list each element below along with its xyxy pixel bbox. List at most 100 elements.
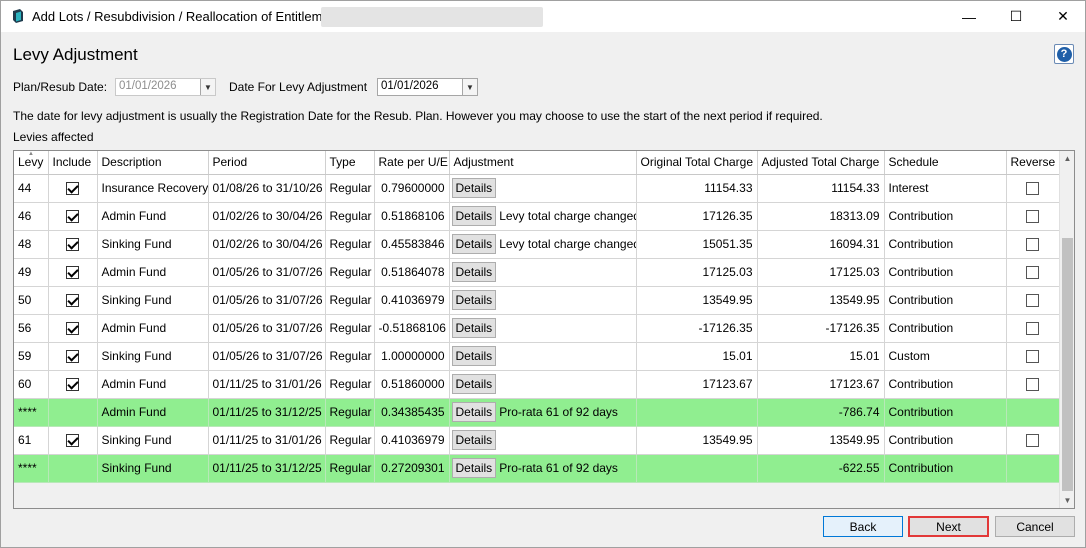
column-header-rate[interactable]: Rate per U/E xyxy=(374,151,450,175)
cell-adjusted-total: 18313.09 xyxy=(757,202,885,231)
scrollbar-thumb[interactable] xyxy=(1062,238,1073,491)
details-button[interactable]: Details xyxy=(451,374,497,394)
include-checkbox[interactable] xyxy=(66,322,79,336)
reverse-checkbox[interactable] xyxy=(1026,350,1039,364)
cell-adjusted-total: 13549.95 xyxy=(757,286,885,315)
column-header-description[interactable]: Description xyxy=(97,151,209,175)
table-row[interactable]: **** Admin Fund 01/11/25 to 31/12/25 Regula… xyxy=(14,398,1060,427)
table-row[interactable]: **** Sinking Fund 01/11/25 to 31/12/25 Regu… xyxy=(14,454,1060,483)
reverse-checkbox[interactable] xyxy=(1026,182,1039,196)
cell-reverse xyxy=(1006,286,1060,315)
details-button[interactable]: Details xyxy=(451,206,497,226)
cell-adjustment: Details xyxy=(449,342,637,371)
cell-levy: 56 xyxy=(14,314,49,343)
include-checkbox[interactable] xyxy=(66,434,79,448)
table-row[interactable]: 56 Admin Fund 01/05/26 to 31/07/26 Regular -… xyxy=(14,314,1060,343)
include-checkbox[interactable] xyxy=(66,182,79,196)
reverse-checkbox[interactable] xyxy=(1026,294,1039,308)
column-header-schedule[interactable]: Schedule xyxy=(884,151,1007,175)
adjustment-note: Levy total charge changed xyxy=(499,209,636,223)
cell-adjustment: Details xyxy=(449,258,637,287)
cell-description: Sinking Fund xyxy=(97,426,209,455)
reverse-checkbox[interactable] xyxy=(1026,266,1039,280)
details-button[interactable]: Details xyxy=(451,262,497,282)
cell-rate: -0.51868106 xyxy=(374,314,450,343)
cell-original-total xyxy=(636,398,758,427)
levy-date-picker[interactable]: 01/01/2026 ▼ xyxy=(377,78,478,96)
cell-type: Regular xyxy=(325,314,375,343)
cell-include xyxy=(48,314,98,343)
cell-description: Insurance Recovery xyxy=(97,174,209,203)
reverse-checkbox[interactable] xyxy=(1026,322,1039,336)
cell-rate: 0.27209301 xyxy=(374,454,450,483)
chevron-down-icon[interactable]: ▼ xyxy=(462,79,477,95)
details-button[interactable]: Details xyxy=(451,430,497,450)
details-button[interactable]: Details xyxy=(451,290,497,310)
maximize-button[interactable]: ☐ xyxy=(993,1,1039,32)
cell-adjustment: Details Pro-rata 61 of 92 days xyxy=(449,454,637,483)
app-icon xyxy=(13,9,23,23)
cancel-button[interactable]: Cancel xyxy=(995,516,1075,537)
cell-levy: 44 xyxy=(14,174,49,203)
column-header-original-total[interactable]: Original Total Charge xyxy=(636,151,758,175)
include-checkbox[interactable] xyxy=(66,210,79,224)
table-row[interactable]: 50 Sinking Fund 01/05/26 to 31/07/26 Regula… xyxy=(14,286,1060,315)
next-button[interactable]: Next xyxy=(908,516,989,537)
details-button[interactable]: Details xyxy=(451,346,497,366)
column-header-levy[interactable]: ▲ Levy xyxy=(14,151,49,175)
cell-period: 01/05/26 to 31/07/26 xyxy=(208,286,326,315)
close-button[interactable]: ✕ xyxy=(1040,1,1086,32)
column-header-adjusted-total[interactable]: Adjusted Total Charge xyxy=(757,151,885,175)
cell-reverse xyxy=(1006,398,1060,427)
table-row[interactable]: 48 Sinking Fund 01/02/26 to 30/04/26 Regula… xyxy=(14,230,1060,259)
cell-adjusted-total: 17125.03 xyxy=(757,258,885,287)
include-checkbox[interactable] xyxy=(66,294,79,308)
details-button[interactable]: Details xyxy=(451,402,497,422)
reverse-checkbox[interactable] xyxy=(1026,238,1039,252)
column-header-include[interactable]: Include xyxy=(48,151,98,175)
include-checkbox[interactable] xyxy=(66,266,79,280)
table-row[interactable]: 59 Sinking Fund 01/05/26 to 31/07/26 Regula… xyxy=(14,342,1060,371)
back-button[interactable]: Back xyxy=(823,516,903,537)
table-row[interactable]: 49 Admin Fund 01/05/26 to 31/07/26 Regular 0… xyxy=(14,258,1060,287)
scroll-up-icon[interactable]: ▲ xyxy=(1060,151,1074,166)
include-checkbox[interactable] xyxy=(66,350,79,364)
info-text: The date for levy adjustment is usually … xyxy=(13,109,823,123)
cell-original-total: 15.01 xyxy=(636,342,758,371)
cell-type: Regular xyxy=(325,286,375,315)
cell-schedule: Contribution xyxy=(884,398,1007,427)
cell-include xyxy=(48,370,98,399)
column-header-reverse[interactable]: Reverse xyxy=(1006,151,1060,175)
minimize-button[interactable]: — xyxy=(946,1,992,32)
details-button[interactable]: Details xyxy=(451,234,497,254)
table-row[interactable]: 46 Admin Fund 01/02/26 to 30/04/26 Regular 0… xyxy=(14,202,1060,231)
help-button[interactable]: ? xyxy=(1054,44,1074,64)
reverse-checkbox[interactable] xyxy=(1026,378,1039,392)
column-header-period[interactable]: Period xyxy=(208,151,326,175)
column-header-type[interactable]: Type xyxy=(325,151,375,175)
adjustment-note: Pro-rata 61 of 92 days xyxy=(499,461,618,475)
cell-description: Sinking Fund xyxy=(97,230,209,259)
cell-schedule: Contribution xyxy=(884,230,1007,259)
column-header-adjustment[interactable]: Adjustment xyxy=(449,151,637,175)
cell-schedule: Contribution xyxy=(884,314,1007,343)
reverse-checkbox[interactable] xyxy=(1026,434,1039,448)
table-row[interactable]: 60 Admin Fund 01/11/25 to 31/01/26 Regular 0… xyxy=(14,370,1060,399)
table-row[interactable]: 44 Insurance Recovery 01/08/26 to 31/10/26… xyxy=(14,174,1060,203)
cell-include xyxy=(48,454,98,483)
scroll-down-icon[interactable]: ▼ xyxy=(1060,493,1074,508)
reverse-checkbox[interactable] xyxy=(1026,210,1039,224)
table-header-row: ▲ Levy Include Description Period Type Ra… xyxy=(14,151,1060,175)
cell-reverse xyxy=(1006,230,1060,259)
include-checkbox[interactable] xyxy=(66,238,79,252)
details-button[interactable]: Details xyxy=(451,318,497,338)
cell-levy: 49 xyxy=(14,258,49,287)
details-button[interactable]: Details xyxy=(451,458,497,478)
details-button[interactable]: Details xyxy=(451,178,497,198)
include-checkbox[interactable] xyxy=(66,378,79,392)
table-row[interactable]: 61 Sinking Fund 01/11/25 to 31/01/26 Regula… xyxy=(14,426,1060,455)
cell-description: Admin Fund xyxy=(97,258,209,287)
vertical-scrollbar[interactable]: ▲ ▼ xyxy=(1059,151,1074,508)
adjustment-note: Levy total charge changed xyxy=(499,237,636,251)
cell-period: 01/02/26 to 30/04/26 xyxy=(208,202,326,231)
